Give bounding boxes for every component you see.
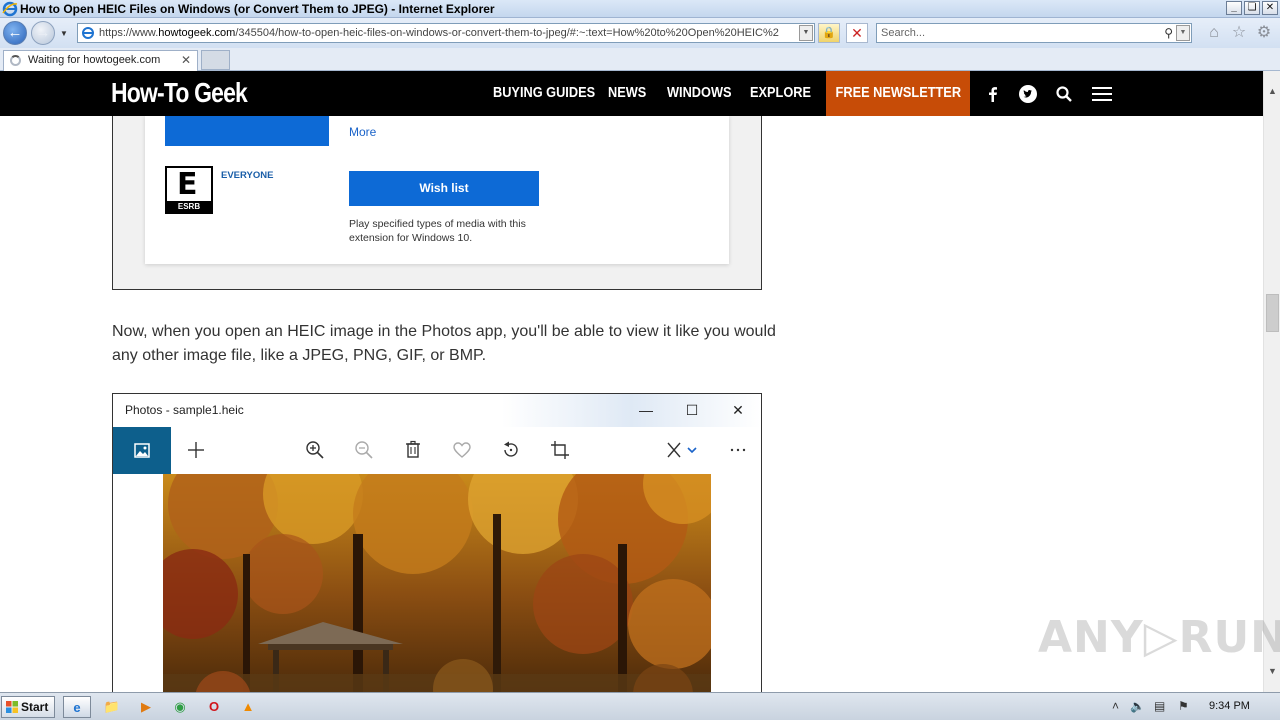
nav-buying-guides[interactable]: BUYING GUIDES [493,71,595,116]
search-input[interactable]: Search... ⚲ ▼ [876,23,1192,43]
system-tray: ˄ 🔈 ▤ ⚑ 9:34 PM [1108,696,1280,718]
store-card: More E ESRB EVERYONE Wish list Play spec… [145,116,729,264]
search-dropdown-icon[interactable]: ▼ [1176,25,1190,41]
opera-icon: O [208,699,220,714]
more-options-icon [730,448,746,452]
start-button[interactable]: Start [1,696,55,718]
scroll-down-icon[interactable]: ▼ [1264,663,1280,680]
search-icon[interactable]: ⚲ [1164,24,1173,42]
tab-close-icon[interactable]: ✕ [181,51,191,70]
photos-minimize-icon: — [639,402,653,418]
volume-icon[interactable]: 🔈 [1130,699,1145,713]
rating-label: EVERYONE [221,170,274,181]
page-viewport: How-To Geek BUYING GUIDES NEWS WINDOWS E… [0,71,1263,692]
photos-close-icon: ✕ [732,402,744,418]
scroll-up-icon[interactable]: ▲ [1264,83,1280,100]
address-url: https://www.howtogeek.com/345504/how-to-… [99,27,779,39]
rotate-icon [504,441,518,457]
address-bar[interactable]: https://www.howtogeek.com/345504/how-to-… [77,23,815,43]
nav-news[interactable]: NEWS [608,71,646,116]
extension-description: Play specified types of media with this … [349,218,526,244]
twitter-icon[interactable] [1019,85,1037,103]
internet-explorer-icon [2,1,18,17]
page-scrollbar[interactable]: ▲ ▼ [1263,71,1280,692]
network-icon[interactable]: ▤ [1154,699,1165,713]
close-button[interactable]: ✕ [1262,1,1278,15]
tray-expand-icon[interactable]: ˄ [1112,699,1119,713]
forward-arrow-icon: → [35,24,51,41]
restore-button[interactable]: ❏ [1244,1,1260,15]
taskbar-internet-explorer[interactable]: e [63,696,91,718]
article-paragraph: Now, when you open an HEIC image in the … [112,323,776,364]
crop-icon [551,441,569,459]
gear-icon[interactable]: ⚙ [1254,24,1274,42]
windows-taskbar: Start e 📁 ▶ ◉ O ▲ ˄ 🔈 ▤ ⚑ 9:34 PM [0,692,1280,720]
favorites-star-icon[interactable]: ☆ [1229,24,1249,42]
photos-window-title: Photos - sample1.heic [125,403,244,417]
image-gallery-icon [134,443,150,458]
site-header: How-To Geek BUYING GUIDES NEWS WINDOWS E… [0,71,1263,116]
loading-spinner-icon [10,55,21,66]
taskbar-media-player[interactable]: ▶ [132,696,160,718]
taskbar-chrome[interactable]: ◉ [166,696,194,718]
taskbar-file-explorer[interactable]: 📁 [98,696,126,718]
search-placeholder: Search... [881,27,926,39]
media-player-icon: ▶ [141,699,151,714]
delete-icon [406,440,420,458]
stop-loading-button[interactable]: ✕ [846,23,868,43]
photos-collection-button [113,427,171,474]
forward-button[interactable]: → [31,21,55,45]
window-title-bar: How to Open HEIC Files on Windows (or Co… [0,0,1280,18]
tab-bar: Waiting for howtogeek.com ✕ [0,48,1280,71]
nav-explore[interactable]: EXPLORE [750,71,811,116]
facebook-icon[interactable] [984,85,1002,103]
clock[interactable]: 9:34 PM [1209,700,1250,712]
anyrun-watermark: ANY▷RUN [1038,612,1280,663]
search-icon[interactable] [1055,85,1073,103]
autumn-forest-image [163,474,711,692]
photos-toolbar [113,427,761,474]
windows-flag-icon [6,701,18,713]
photos-app-figure: Photos - sample1.heic — ☐ ✕ [112,393,762,692]
store-action-button [165,116,329,146]
window-controls: _ ❏ ✕ [1226,1,1278,15]
vlc-cone-icon: ▲ [241,699,255,714]
back-button[interactable]: ← [3,21,27,45]
address-dropdown-icon[interactable]: ▼ [799,25,813,41]
more-link: More [349,125,377,139]
lock-icon[interactable]: 🔒 [818,23,840,43]
site-favicon-icon [82,27,94,39]
taskbar-vlc[interactable]: ▲ [234,696,262,718]
nav-windows[interactable]: WINDOWS [667,71,732,116]
autumn-forest-photo [163,474,711,692]
minimize-button[interactable]: _ [1226,1,1242,15]
tab-howtogeek[interactable]: Waiting for howtogeek.com ✕ [3,50,198,71]
tab-title: Waiting for howtogeek.com [28,54,161,66]
window-title: How to Open HEIC Files on Windows (or Co… [20,2,495,16]
action-center-flag-icon[interactable]: ⚑ [1178,699,1189,713]
add-icon [188,442,204,458]
hamburger-menu-icon[interactable] [1091,85,1113,103]
free-newsletter-button[interactable]: FREE NEWSLETTER [826,71,970,116]
chrome-icon: ◉ [174,699,186,714]
back-arrow-icon: ← [7,24,23,41]
folder-icon: 📁 [103,699,121,714]
scrollbar-thumb[interactable] [1266,294,1279,332]
history-dropdown-icon[interactable]: ▼ [60,29,68,38]
zoom-in-icon [306,441,324,459]
esrb-rating-icon: E ESRB [165,166,213,214]
new-tab-button[interactable] [201,50,230,70]
photos-maximize-icon: ☐ [685,402,699,418]
site-logo[interactable]: How-To Geek [111,77,248,109]
favorite-heart-icon [453,442,471,458]
zoom-out-icon [355,441,373,459]
home-icon[interactable]: ⌂ [1204,24,1224,42]
taskbar-opera[interactable]: O [200,696,228,718]
edit-draw-dropdown-icon [667,442,697,458]
photos-title-bar: Photos - sample1.heic — ☐ ✕ [113,394,761,427]
wish-list-button: Wish list [349,171,539,206]
navigation-bar: ← → ▼ https://www.howtogeek.com/345504/h… [0,18,1280,48]
internet-explorer-icon: e [73,700,81,715]
store-screenshot-figure: More E ESRB EVERYONE Wish list Play spec… [112,116,762,290]
